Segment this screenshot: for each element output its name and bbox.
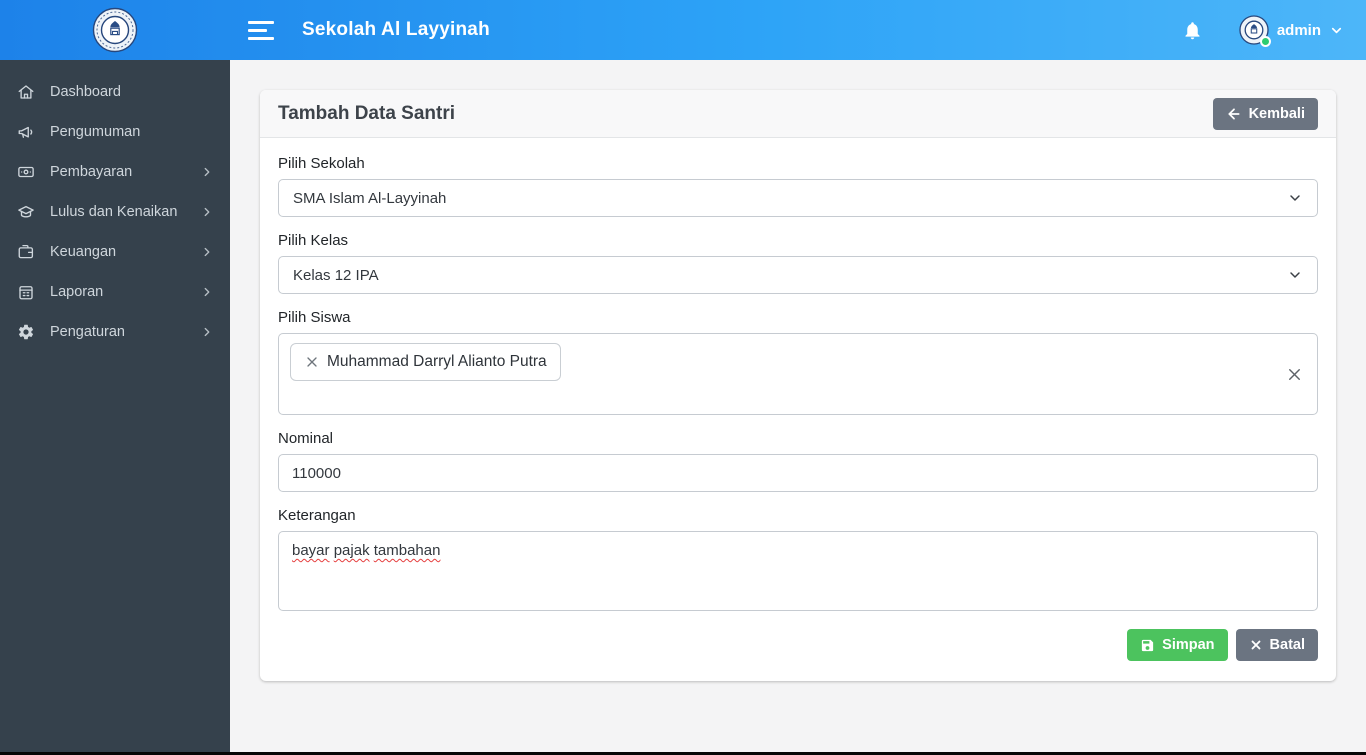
student-multiselect[interactable]: Muhammad Darryl Alianto Putra (278, 333, 1318, 415)
sidebar-item-label: Pembayaran (50, 164, 133, 180)
sidebar-item-label: Keuangan (50, 244, 117, 260)
arrow-left-icon (1228, 107, 1240, 120)
student-field-group: Pilih Siswa Muhammad Darryl Alianto Putr… (278, 309, 1318, 415)
chevron-down-icon (1331, 27, 1342, 33)
chevron-right-icon (200, 165, 214, 179)
keterangan-textarea[interactable]: bayar pajak tambahan (278, 531, 1318, 611)
chevron-right-icon (200, 325, 214, 339)
school-select[interactable]: SMA Islam Al-Layyinah (278, 179, 1318, 217)
school-logo (92, 7, 138, 53)
page-title: Tambah Data Santri (278, 102, 456, 124)
banknote-icon (17, 163, 35, 181)
keterangan-label: Keterangan (278, 507, 356, 524)
sidebar: Dashboard Pengumuman Pembayaran Lulus da… (0, 60, 230, 755)
card-body: Pilih Sekolah SMA Islam Al-Layyinah Pili… (260, 138, 1336, 681)
save-icon (1142, 639, 1154, 651)
sidebar-item-pengumuman[interactable]: Pengumuman (0, 112, 230, 152)
sidebar-item-pembayaran[interactable]: Pembayaran (0, 152, 230, 192)
nominal-input[interactable] (278, 454, 1318, 492)
sidebar-item-lulus-dan-kenaikan[interactable]: Lulus dan Kenaikan (0, 192, 230, 232)
chevron-right-icon (200, 205, 214, 219)
app-title: Sekolah Al Layyinah (302, 19, 490, 40)
sidebar-item-label: Pengaturan (50, 324, 125, 340)
selected-student-chip: Muhammad Darryl Alianto Putra (290, 343, 561, 381)
notifications-bell-icon[interactable] (1182, 20, 1203, 41)
sidebar-item-dashboard[interactable]: Dashboard (0, 72, 230, 112)
sidebar-item-laporan[interactable]: Laporan (0, 272, 230, 312)
tambah-data-santri-card: Tambah Data Santri Kembali Pilih Sekolah… (260, 90, 1336, 681)
form-actions: Simpan Batal (278, 629, 1318, 661)
gear-icon (17, 323, 35, 341)
wallet-icon (17, 243, 35, 261)
nominal-field-group: Nominal (278, 430, 1318, 492)
selected-student-name: Muhammad Darryl Alianto Putra (327, 353, 547, 370)
class-select-value: Kelas 12 IPA (293, 266, 379, 284)
app-window: Sekolah Al Layyinah admin Dashboard Peng… (0, 0, 1366, 755)
graduation-icon (17, 203, 35, 221)
online-status-dot (1259, 36, 1271, 47)
simpan-button[interactable]: Simpan (1127, 629, 1228, 661)
sidebar-item-pengaturan[interactable]: Pengaturan (0, 312, 230, 352)
menu-toggle-icon[interactable] (248, 20, 278, 40)
chevron-down-icon (1287, 190, 1303, 206)
sidebar-item-keuangan[interactable]: Keuangan (0, 232, 230, 272)
remove-student-icon[interactable] (304, 354, 320, 370)
sidebar-item-label: Lulus dan Kenaikan (50, 204, 178, 220)
nominal-label: Nominal (278, 430, 334, 447)
megaphone-icon (17, 123, 35, 141)
x-icon (1251, 640, 1260, 650)
school-field-group: Pilih Sekolah SMA Islam Al-Layyinah (278, 155, 1318, 217)
clear-selection-icon[interactable] (1285, 365, 1304, 384)
batal-button[interactable]: Batal (1235, 629, 1318, 661)
avatar (1239, 15, 1271, 47)
kembali-label: Kembali (1248, 105, 1305, 122)
batal-label: Batal (1269, 637, 1305, 653)
sidebar-item-label: Dashboard (50, 84, 121, 100)
class-select[interactable]: Kelas 12 IPA (278, 256, 1318, 294)
user-name: admin (1276, 21, 1321, 39)
top-navbar: Sekolah Al Layyinah admin (0, 0, 1366, 60)
chevron-right-icon (200, 285, 214, 299)
sidebar-item-label: Pengumuman (50, 124, 141, 140)
sidebar-item-label: Laporan (50, 284, 104, 300)
calendar-icon (17, 283, 35, 301)
class-field-group: Pilih Kelas Kelas 12 IPA (278, 232, 1318, 294)
student-label: Pilih Siswa (278, 309, 351, 326)
class-label: Pilih Kelas (278, 232, 349, 249)
user-menu[interactable]: admin (1239, 15, 1344, 47)
kembali-button[interactable]: Kembali (1212, 97, 1318, 130)
chevron-right-icon (200, 245, 214, 259)
brand-logo-area (0, 7, 230, 53)
chevron-down-icon (1287, 267, 1303, 283)
home-icon (17, 83, 35, 101)
school-select-value: SMA Islam Al-Layyinah (293, 189, 447, 207)
school-label: Pilih Sekolah (278, 155, 365, 172)
card-header: Tambah Data Santri Kembali (260, 90, 1336, 138)
simpan-label: Simpan (1162, 637, 1215, 653)
main-content: Tambah Data Santri Kembali Pilih Sekolah… (230, 60, 1366, 755)
keterangan-field-group: Keterangan bayar pajak tambahan (278, 507, 1318, 611)
